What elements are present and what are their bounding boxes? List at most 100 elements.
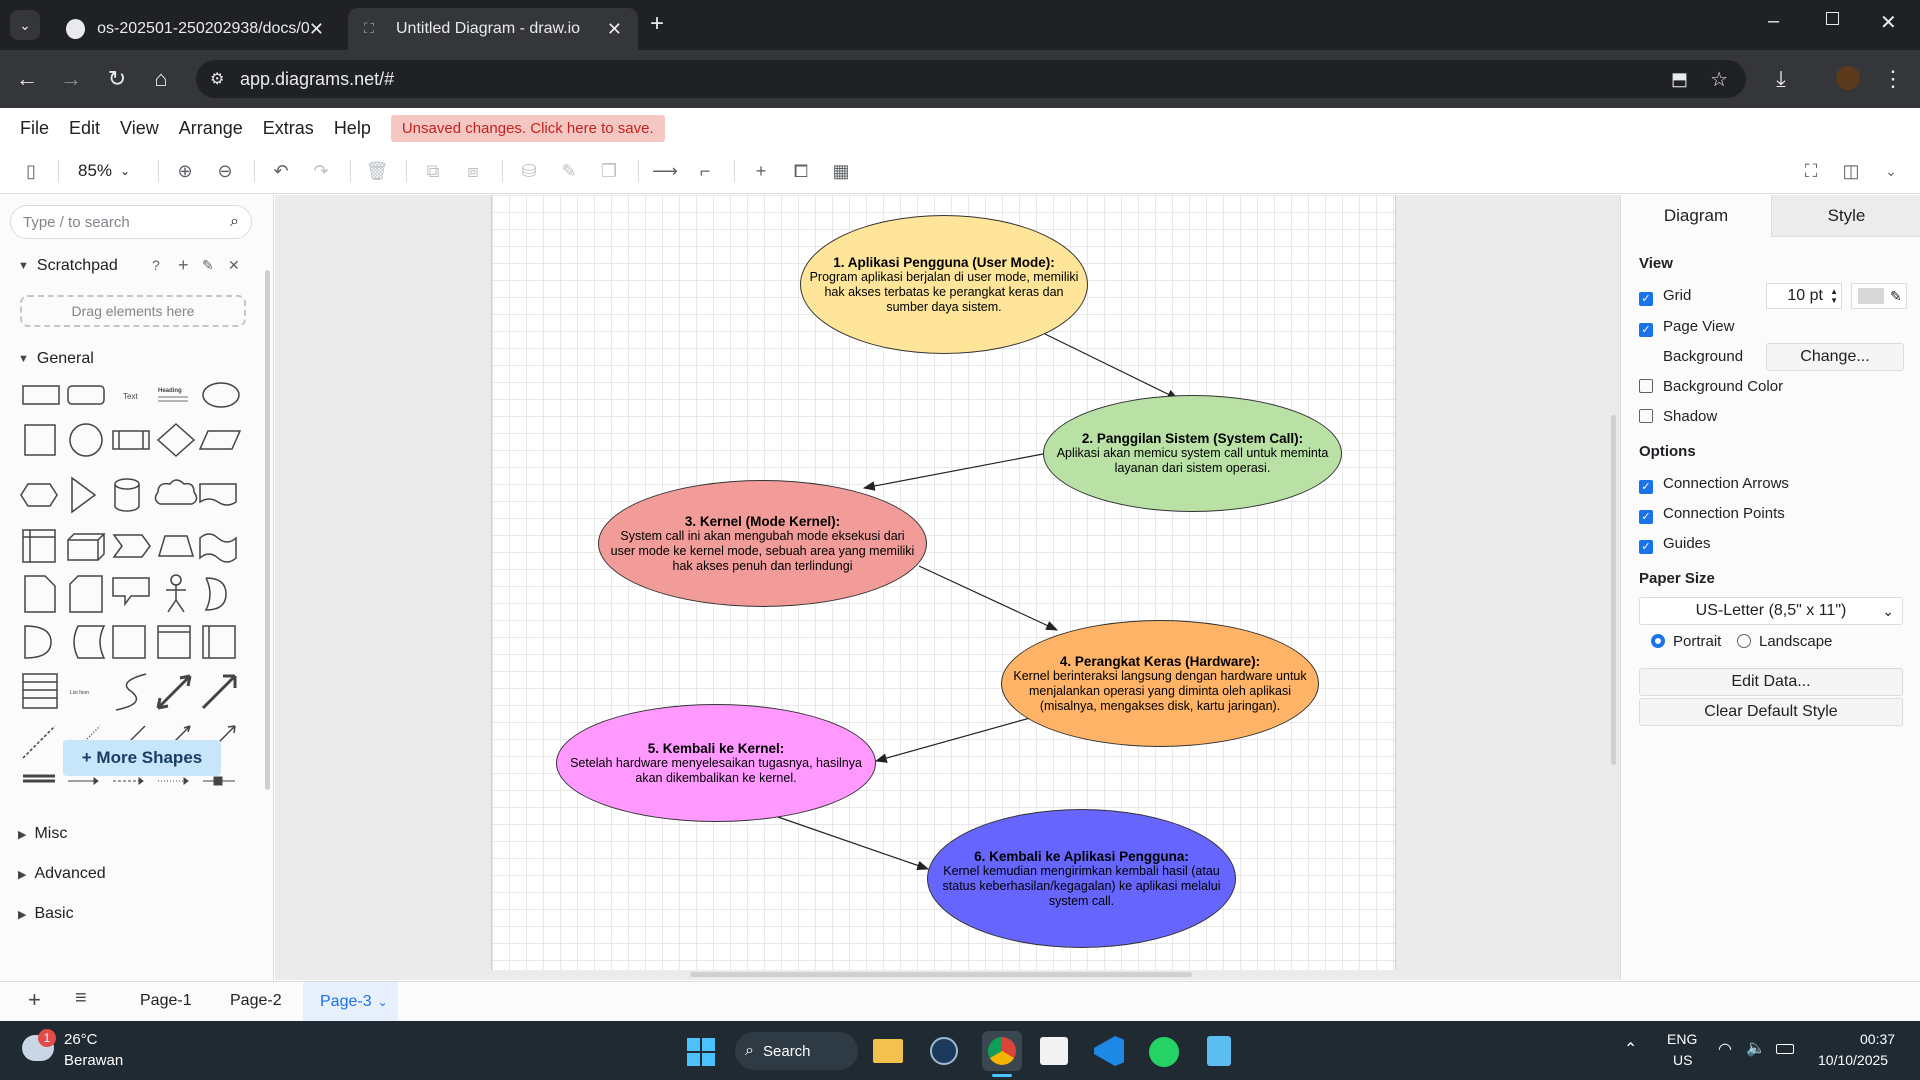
weather-temp[interactable]: 26°C (64, 1031, 98, 1048)
browser-tab-github[interactable]: os-202501-250202938/docs/02 ✕ (50, 8, 340, 50)
search-icon[interactable]: ⌕ (230, 213, 239, 231)
menu-edit[interactable]: Edit (69, 118, 100, 139)
grid-size-input[interactable]: 10 pt ▲ ▼ (1766, 283, 1842, 309)
close-icon[interactable]: ✕ (228, 257, 240, 274)
scratchpad-drop-zone[interactable]: Drag elements here (20, 295, 246, 327)
downloads-icon[interactable]: ⤓ (1766, 64, 1796, 94)
connection-points-checkbox[interactable]: ✓ Connection Points (1639, 505, 1785, 524)
basic-header[interactable]: ▶ Basic (18, 905, 74, 923)
home-button[interactable]: ⌂ (146, 64, 176, 94)
install-app-icon[interactable]: ⬒ (1671, 69, 1688, 90)
misc-header[interactable]: ▶ Misc (18, 825, 67, 843)
grid-color-button[interactable]: ✎ (1851, 283, 1907, 309)
background-color-checkbox[interactable]: Background Color (1639, 378, 1783, 395)
close-window-button[interactable]: ✕ (1880, 10, 1897, 35)
shadow-icon[interactable]: ❐ (596, 158, 622, 184)
vscode-icon[interactable] (1094, 1036, 1124, 1066)
page-tab-3[interactable]: Page-3 ⌄ (303, 982, 398, 1022)
shadow-checkbox[interactable]: Shadow (1639, 408, 1717, 425)
tray-chevron-icon[interactable]: ⌃ (1624, 1039, 1637, 1059)
region-indicator[interactable]: US (1673, 1052, 1692, 1068)
reload-button[interactable]: ↻ (102, 64, 132, 94)
edge-4-5[interactable] (874, 717, 1031, 763)
canvas-horizontal-scrollbar[interactable] (690, 972, 1192, 977)
diagram-page[interactable]: 1. Aplikasi Pengguna (User Mode): Progra… (491, 195, 1396, 970)
fullscreen-icon[interactable]: ⛶ (1798, 158, 1824, 184)
chrome-icon[interactable] (982, 1031, 1022, 1071)
zoom-out-icon[interactable]: ⊖ (212, 158, 238, 184)
node-return-app[interactable]: 6. Kembali ke Aplikasi Pengguna: Kernel … (927, 809, 1236, 948)
advanced-header[interactable]: ▶ Advanced (18, 865, 106, 883)
format-panel-toggle-icon[interactable]: ▯ (18, 158, 44, 184)
chevron-down-icon[interactable]: ⌄ (378, 995, 388, 1009)
volume-icon[interactable]: 🔈 (1746, 1038, 1766, 1058)
node-user-app[interactable]: 1. Aplikasi Pengguna (User Mode): Progra… (800, 215, 1088, 354)
connection-icon[interactable]: ⟶ (652, 158, 678, 184)
change-background-button[interactable]: Change... (1766, 343, 1904, 371)
line-color-icon[interactable]: ✎ (556, 158, 582, 184)
scratchpad-header[interactable]: ▼ Scratchpad (18, 257, 118, 275)
wifi-icon[interactable]: ◠ (1718, 1039, 1732, 1059)
store-icon[interactable] (1040, 1037, 1068, 1065)
portrait-radio[interactable]: Portrait (1651, 633, 1721, 650)
canvas-vertical-scrollbar[interactable] (1611, 415, 1616, 765)
menu-file[interactable]: File (20, 118, 49, 139)
edit-icon[interactable]: ✎ (202, 257, 214, 274)
undo-icon[interactable]: ↶ (268, 158, 294, 184)
clock-date[interactable]: 10/10/2025 (1818, 1052, 1888, 1068)
windows-start-icon[interactable] (687, 1038, 715, 1066)
tab-diagram[interactable]: Diagram (1621, 195, 1771, 237)
edge-2-3[interactable] (862, 453, 1044, 491)
forward-button[interactable]: → (56, 64, 86, 94)
site-info-icon[interactable]: ⚙ (210, 69, 224, 89)
format-panel-icon[interactable]: ◫ (1838, 158, 1864, 184)
taskbar-search[interactable]: ⌕ Search (735, 1032, 858, 1070)
to-back-icon[interactable]: ⧈ (460, 158, 486, 184)
clear-default-style-button[interactable]: Clear Default Style (1639, 698, 1903, 726)
general-shapes-grid[interactable]: Text Heading List Item (20, 380, 250, 780)
file-explorer-icon[interactable] (873, 1039, 903, 1063)
guides-checkbox[interactable]: ✓ Guides (1639, 535, 1711, 554)
clock-time[interactable]: 00:37 (1860, 1031, 1895, 1047)
weather-desc[interactable]: Berawan (64, 1052, 123, 1069)
battery-icon[interactable] (1776, 1044, 1794, 1054)
whatsapp-icon[interactable] (1149, 1037, 1179, 1067)
to-front-icon[interactable]: ⧉ (420, 158, 446, 184)
profile-avatar[interactable] (1836, 66, 1860, 90)
insert-icon[interactable]: + (748, 158, 774, 184)
zoom-select[interactable]: 85% ⌄ (78, 158, 130, 184)
help-icon[interactable]: ? (152, 257, 160, 273)
notepad-icon[interactable] (1207, 1036, 1231, 1066)
redo-icon[interactable]: ↷ (308, 158, 334, 184)
fill-color-icon[interactable]: ⛁ (516, 158, 542, 184)
minimize-button[interactable]: – (1768, 10, 1779, 33)
delete-icon[interactable]: 🗑 (364, 158, 390, 184)
restore-button[interactable] (1826, 12, 1839, 25)
connector-shapes-row[interactable] (20, 775, 250, 787)
node-kernel[interactable]: 3. Kernel (Mode Kernel): System call ini… (598, 480, 927, 607)
menu-extras[interactable]: Extras (263, 118, 314, 139)
menu-help[interactable]: Help (334, 118, 371, 139)
edge-1-2[interactable] (1044, 333, 1180, 400)
zoom-in-icon[interactable]: ⊕ (172, 158, 198, 184)
browser-menu-icon[interactable]: ⋮ (1878, 64, 1908, 94)
page-view-checkbox[interactable]: ✓ Page View (1639, 318, 1734, 337)
stepper-icon[interactable]: ▲ ▼ (1830, 287, 1838, 305)
page-tab-2[interactable]: Page-2 (230, 992, 282, 1010)
pages-menu-icon[interactable]: ≡ (75, 987, 87, 1010)
landscape-radio[interactable]: Landscape (1737, 633, 1832, 650)
address-bar[interactable]: ⚙ app.diagrams.net/# ⬒ ☆ (196, 60, 1746, 98)
general-header[interactable]: ▼ General (18, 350, 94, 368)
tab-style[interactable]: Style (1771, 195, 1920, 237)
add-page-icon[interactable]: + (28, 987, 41, 1013)
unsaved-changes-button[interactable]: Unsaved changes. Click here to save. (390, 114, 665, 142)
menu-arrange[interactable]: Arrange (179, 118, 243, 139)
browser-tab-drawio[interactable]: ⛶ Untitled Diagram - draw.io ✕ (348, 8, 638, 50)
menu-view[interactable]: View (120, 118, 159, 139)
grid-checkbox[interactable]: ✓ Grid (1639, 287, 1691, 306)
edit-data-button[interactable]: Edit Data... (1639, 668, 1903, 696)
language-indicator[interactable]: ENG (1667, 1031, 1697, 1047)
steam-icon[interactable] (930, 1037, 958, 1065)
left-panel-scrollbar[interactable] (265, 270, 270, 790)
page-tab-1[interactable]: Page-1 (140, 992, 192, 1010)
